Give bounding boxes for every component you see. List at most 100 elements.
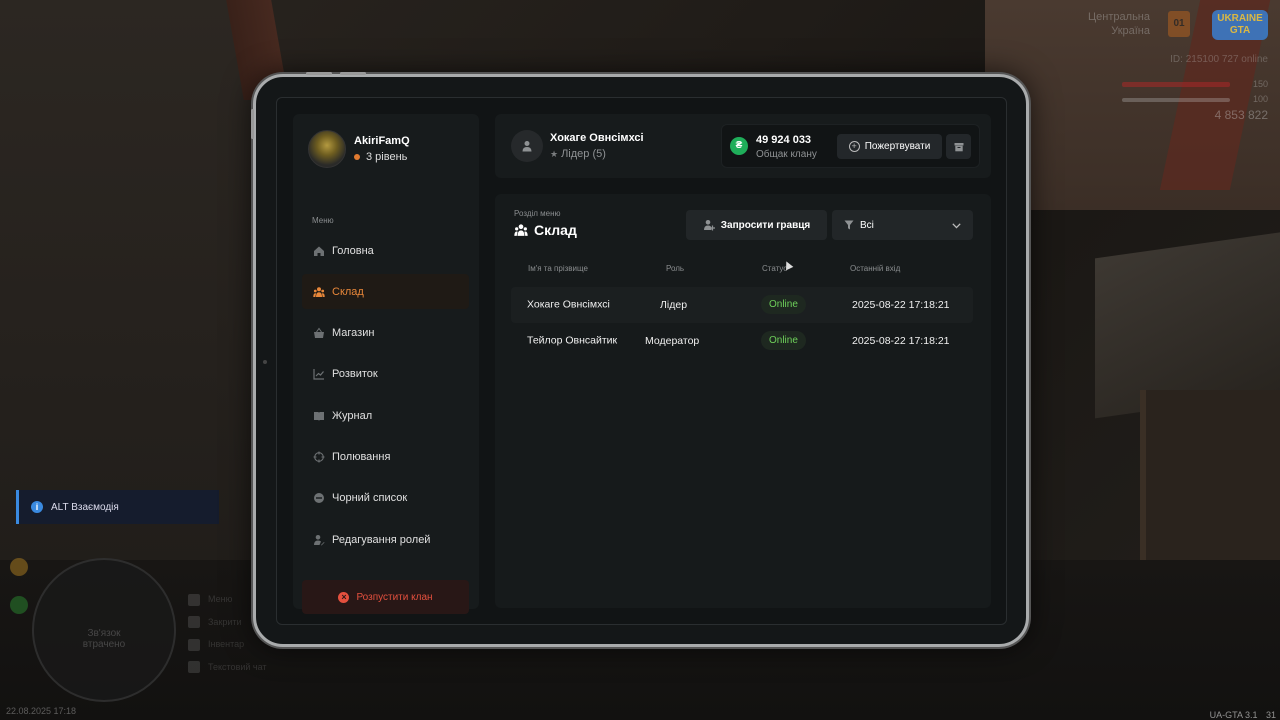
user-plus-icon (703, 219, 715, 231)
tablet-device: AkiriFamQ 3 рівень Меню Головна Склад Ма… (251, 72, 1029, 647)
archive-button[interactable] (946, 134, 971, 159)
chevron-down-icon (952, 221, 961, 232)
minimap-line1: Зв'язок (87, 628, 121, 639)
status-badge: Online (761, 331, 806, 350)
sidebar-item-warehouse[interactable]: Склад (302, 274, 469, 310)
invite-player-label: Запросити гравця (720, 219, 811, 231)
member-role-cell: Модератор (645, 335, 700, 347)
sidebar-item-edit-roles[interactable]: Редагування ролей (302, 522, 469, 557)
page-title-label: Склад (534, 222, 577, 238)
menu-caption: Меню (312, 216, 334, 225)
archive-icon (954, 142, 963, 151)
users-icon (514, 223, 528, 237)
sidebar-item-label: Розвиток (332, 368, 378, 381)
sidebar-item-label: Редагування ролей (332, 533, 431, 546)
key-hint-inventory: Інвентар (188, 633, 267, 656)
hud-datetime: 22.08.2025 17:18 (6, 706, 77, 716)
tablet-button (340, 72, 366, 75)
fps-label: 31 (1265, 710, 1276, 720)
close-circle-icon: × (338, 591, 350, 603)
profile-level-label: 3 рівень (366, 151, 408, 163)
donate-button[interactable]: + Пожертвувати (837, 134, 942, 159)
bank-label: Общак клану (756, 149, 817, 160)
tablet-side-button (251, 109, 254, 139)
profile-info: AkiriFamQ 3 рівень (354, 135, 410, 163)
sidebar-item-label: Полювання (332, 450, 391, 463)
home-icon (313, 245, 325, 257)
dissolve-clan-button[interactable]: × Розпустити клан (302, 580, 469, 614)
bank-amount: 49 924 033 (756, 134, 812, 146)
hud-top-right: Центральна Україна 01 UKRAINE GTA ID: 21… (1083, 8, 1268, 123)
member-role: ★ Лідер (5) (550, 148, 644, 160)
table-row[interactable]: Хокаге Овнсімхсі Лідер Online 2025-08-22… (511, 287, 973, 323)
invite-player-button[interactable]: Запросити гравця (686, 210, 827, 240)
sidebar-item-label: Склад (332, 285, 364, 298)
key-icon (188, 661, 200, 674)
tablet-button (306, 72, 332, 75)
dissolve-clan-label: Розпустити клан (356, 591, 433, 603)
member-role-label: Лідер (5) (561, 148, 606, 160)
column-name: Ім'я та прізвище (528, 264, 588, 273)
sidebar-item-development[interactable]: Розвиток (302, 357, 469, 392)
table-row[interactable]: Тейлор Овнсайтик Модератор Online 2025-0… (511, 323, 973, 359)
sidebar-menu: Головна Склад Магазин Розвиток Журнал По… (302, 233, 469, 563)
sidebar-item-hunting[interactable]: Полювання (302, 439, 469, 474)
hud-region-line2: Україна (1111, 25, 1150, 37)
hunger-icon (10, 558, 28, 576)
sidebar-item-journal[interactable]: Журнал (302, 398, 469, 433)
sidebar-item-home[interactable]: Головна (302, 233, 469, 268)
hud-id-online: ID: 215100 727 online (1170, 54, 1268, 65)
current-member: Хокаге Овнсімхсі ★ Лідер (5) (511, 130, 644, 162)
crosshair-icon (313, 451, 325, 463)
sidebar-item-label: Журнал (332, 409, 373, 422)
sidebar-item-label: Чорний список (332, 492, 408, 505)
last-login-cell: 2025-08-22 17:18:21 (852, 335, 950, 347)
key-hint-chat: Текстовий чат (188, 656, 267, 679)
chart-icon (313, 368, 325, 380)
status-badge: Online (761, 295, 806, 314)
server-logo: UKRAINE GTA (1212, 10, 1268, 40)
header-panel: Хокаге Овнсімхсі ★ Лідер (5) ₴ 49 924 033… (495, 114, 991, 178)
tablet-camera (263, 360, 267, 364)
clan-bank: ₴ 49 924 033 Общак клану + Пожертвувати (721, 124, 980, 168)
section-caption: Розділ меню (514, 209, 561, 218)
alt-hint-label: ALT Взаємодія (51, 501, 119, 513)
page-title: Склад (514, 222, 577, 238)
users-icon (313, 286, 325, 298)
version-label: UA-GTA 3.1 (1209, 710, 1258, 720)
profile-name: AkiriFamQ (354, 135, 410, 147)
last-login-cell: 2025-08-22 17:18:21 (852, 299, 950, 311)
filter-value: Всі (860, 219, 874, 231)
minimap-status: Зв'язок втрачено (34, 628, 174, 650)
filter-icon (844, 220, 854, 230)
column-last-login: Останній вхід (850, 264, 901, 273)
book-icon (313, 410, 325, 422)
member-info: Хокаге Овнсімхсі ★ Лідер (5) (550, 132, 644, 160)
plus-circle-icon: + (848, 141, 860, 152)
key-icon (188, 593, 200, 606)
key-icon (188, 638, 200, 651)
hud-money: 4 853 822 (1214, 108, 1268, 122)
health-bar (1122, 82, 1230, 87)
region-badge: 01 (1168, 11, 1190, 37)
member-name-cell: Тейлор Овнсайтик (527, 334, 618, 347)
hud-region: Центральна Україна (1050, 10, 1150, 38)
health-value: 150 (1252, 79, 1268, 89)
profile-card: AkiriFamQ 3 рівень (308, 130, 410, 168)
role-filter-select[interactable]: Всі (832, 210, 973, 240)
key-icon (188, 616, 200, 629)
member-role-cell: Лідер (660, 299, 688, 311)
avatar (308, 130, 346, 168)
tablet-screen: AkiriFamQ 3 рівень Меню Головна Склад Ма… (276, 97, 1007, 625)
sidebar-item-blacklist[interactable]: Чорний список (302, 481, 469, 516)
armor-bar (1122, 98, 1230, 102)
star-icon: ★ (550, 149, 559, 159)
table-header: Ім'я та прізвище Роль Статус Останній вх… (511, 264, 973, 278)
level-dot-icon (354, 154, 360, 160)
sidebar-item-label: Головна (332, 244, 374, 257)
hud-region-line1: Центральна (1088, 11, 1150, 23)
sidebar-item-label: Магазин (332, 327, 375, 340)
hud-version: UA-GTA 3.1 31 (1210, 710, 1276, 720)
sidebar-item-shop[interactable]: Магазин (302, 316, 469, 351)
minus-circle-icon (313, 492, 325, 504)
